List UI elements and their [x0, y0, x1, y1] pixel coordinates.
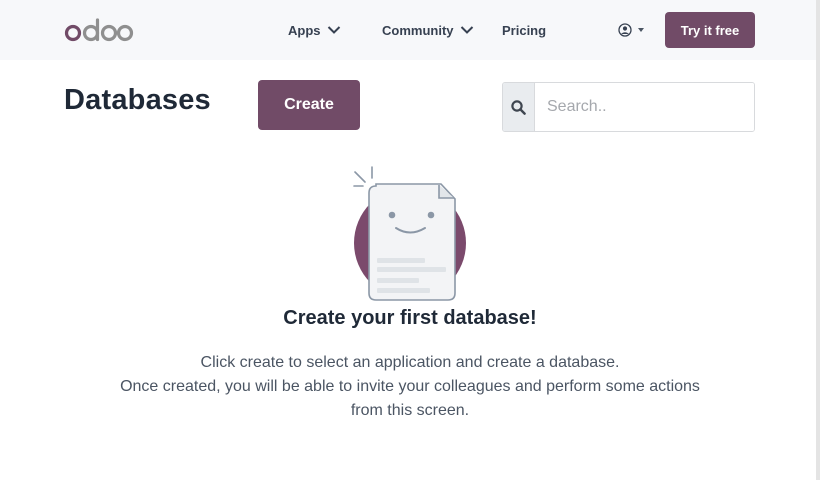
search-group	[502, 82, 755, 132]
chevron-down-icon	[460, 26, 473, 34]
user-circle-icon	[618, 23, 632, 37]
search-input[interactable]	[535, 83, 754, 131]
empty-state-description: Click create to select an application an…	[200, 354, 620, 371]
search-button[interactable]	[503, 83, 535, 131]
caret-down-icon	[638, 28, 644, 32]
page: Apps Community Pricing Try it free Datab…	[0, 0, 820, 480]
empty-document-illustration	[353, 166, 466, 301]
nav-pricing[interactable]: Pricing	[502, 20, 546, 40]
nav-apps-label: Apps	[288, 22, 321, 38]
try-it-free-button[interactable]: Try it free	[665, 12, 755, 48]
empty-state-description: from this screen.	[350, 402, 470, 419]
nav-apps[interactable]: Apps	[288, 20, 341, 40]
odoo-logo[interactable]	[64, 18, 134, 42]
chevron-down-icon	[327, 26, 340, 34]
nav-community-label: Community	[382, 22, 454, 38]
empty-state-title: Create your first database!	[283, 307, 537, 329]
nav-pricing-label: Pricing	[502, 22, 547, 38]
user-menu[interactable]	[618, 21, 644, 39]
top-navbar: Apps Community Pricing Try it free	[0, 0, 816, 60]
search-icon	[511, 99, 526, 115]
empty-state-description: Once created, you will be able to invite…	[120, 378, 700, 395]
page-title: Databases	[64, 84, 211, 116]
scrollbar[interactable]	[816, 0, 820, 480]
create-button[interactable]: Create	[258, 80, 360, 130]
nav-community[interactable]: Community	[382, 20, 474, 40]
